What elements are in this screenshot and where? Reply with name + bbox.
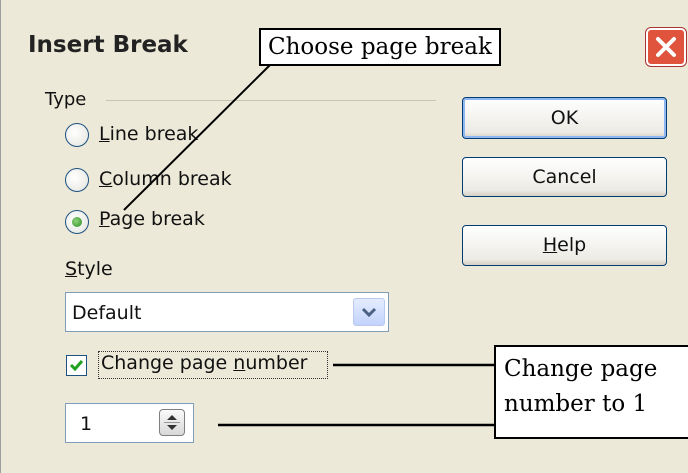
callout-choose-page-break: Choose page break: [259, 28, 501, 66]
callout-change-page-number: Change page number to 1: [494, 345, 688, 439]
callout-line-1: Change page: [504, 356, 658, 382]
insert-break-dialog: Insert Break Type Line break Column brea…: [0, 0, 688, 473]
callout-line-2: number to 1: [504, 391, 648, 417]
